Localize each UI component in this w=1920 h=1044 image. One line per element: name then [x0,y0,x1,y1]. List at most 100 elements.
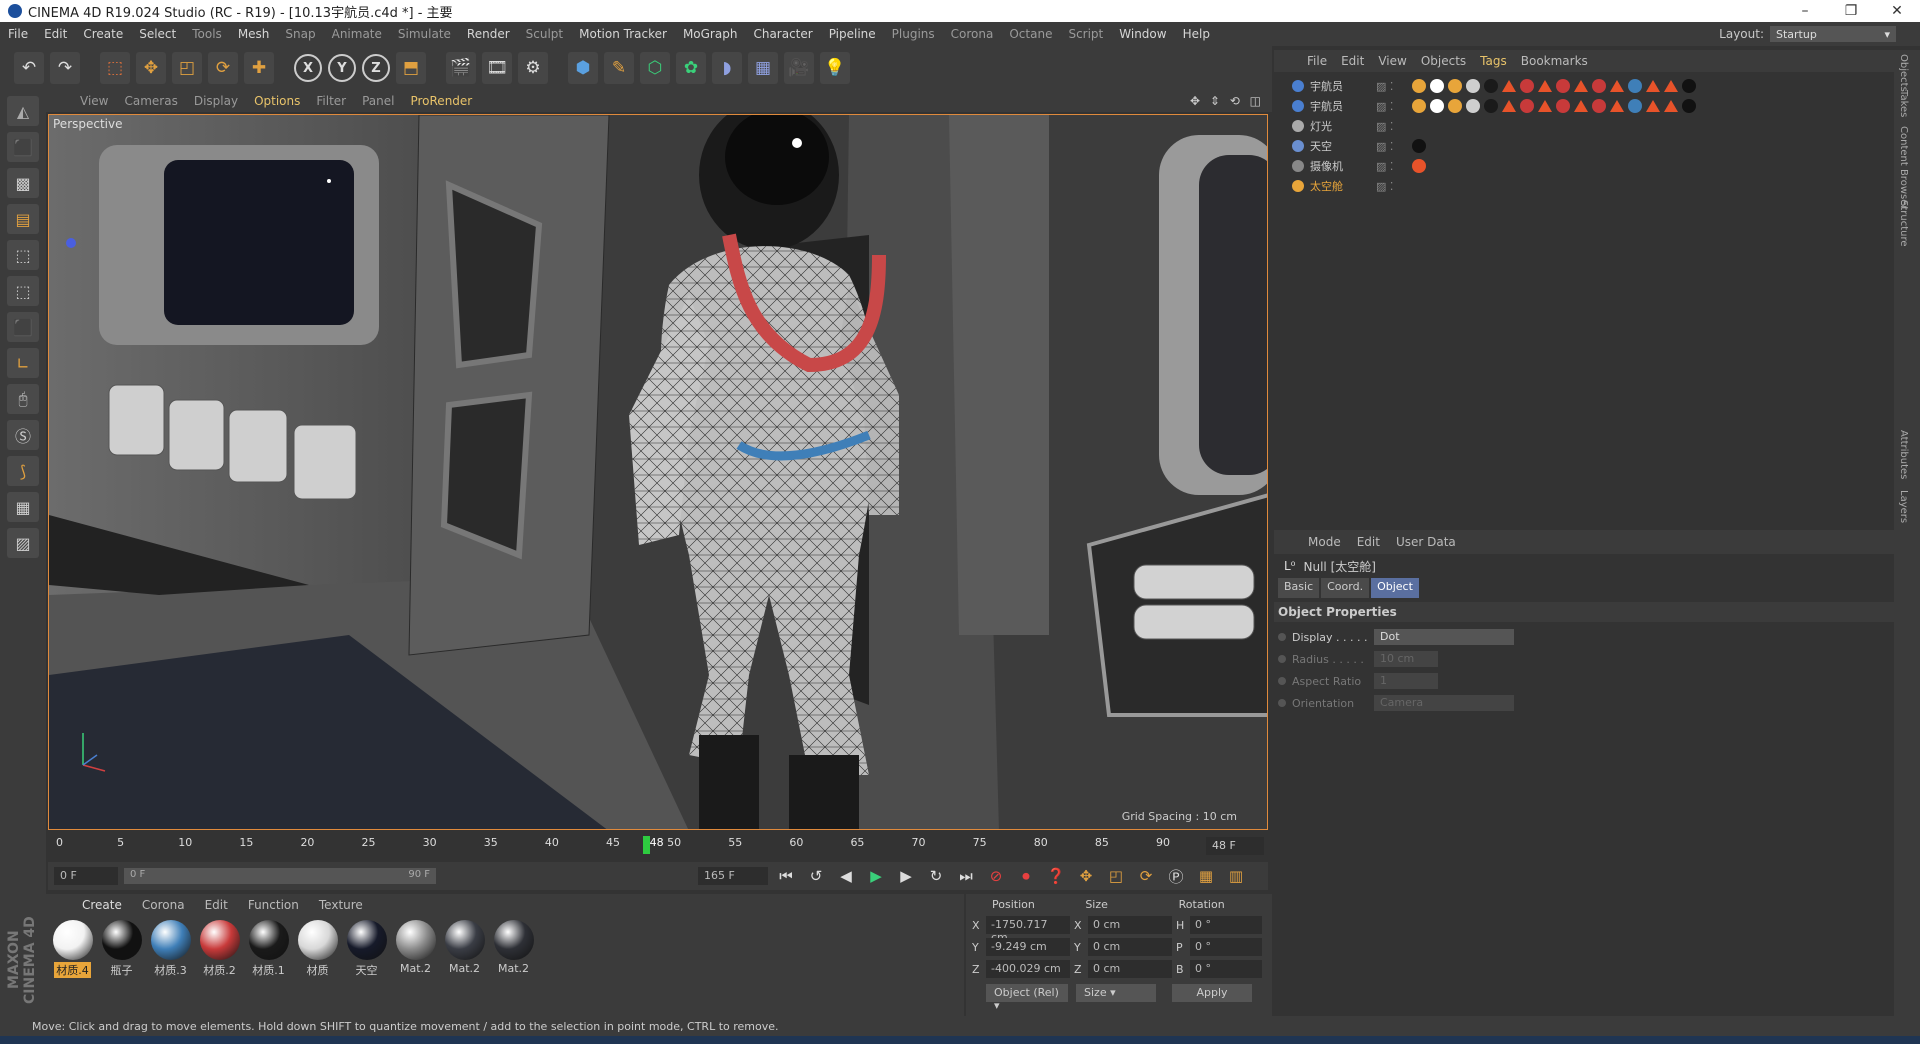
menu-script[interactable]: Script [1060,27,1111,41]
menu-character[interactable]: Character [745,27,820,41]
tag-icon[interactable] [1466,99,1480,113]
material-menu-function[interactable]: Function [238,898,309,912]
material-tag-icon[interactable] [1610,100,1624,112]
minimize-button[interactable]: – [1782,3,1828,19]
animation-dot-icon[interactable] [1278,655,1286,663]
material-tag-icon[interactable] [1646,80,1660,92]
menu-simulate[interactable]: Simulate [390,27,459,41]
menu-octane[interactable]: Octane [1001,27,1060,41]
material-swatch[interactable]: 瓶子 [99,920,144,978]
tweak-mode-button[interactable]: 🖰 [7,384,39,414]
menu-pipeline[interactable]: Pipeline [821,27,884,41]
go-to-end-button[interactable]: ⏭ [954,865,978,887]
animation-dot-icon[interactable] [1278,633,1286,641]
menu-sculpt[interactable]: Sculpt [518,27,571,41]
snapping-button[interactable]: Ⓢ [7,420,39,450]
menu-render[interactable]: Render [459,27,518,41]
material-swatch[interactable]: 材质.3 [148,920,193,978]
render-picture-viewer-button[interactable]: 🎞 [482,52,512,84]
viewport-menu-options[interactable]: Options [246,94,308,108]
rotation-h-field[interactable]: 0 ° [1190,916,1262,934]
axis-mode-button[interactable]: ∟ [7,348,39,378]
play-button[interactable]: ▶ [864,865,888,887]
next-key-button[interactable]: ↻ [924,865,948,887]
menu-animate[interactable]: Animate [324,27,390,41]
visibility-flags[interactable]: ▨ ⁚ [1376,120,1412,133]
previous-frame-button[interactable]: ◀ [834,865,858,887]
visibility-flags[interactable]: ▨ ⁚ [1376,180,1412,193]
tag-icon[interactable] [1466,79,1480,93]
material-menu-texture[interactable]: Texture [309,898,373,912]
subdivision-surface-button[interactable]: ⬡ [640,52,670,84]
tag-icon[interactable] [1556,79,1570,93]
material-tag-icon[interactable] [1574,80,1588,92]
attribute-menu-edit[interactable]: Edit [1349,535,1388,549]
tag-icon[interactable] [1412,159,1426,173]
timeline-ruler[interactable]: 0 5 10 15 20 25 30 35 40 45 50 55 60 65 70 75 80 85 90 48 4… [48,834,1268,860]
menu-mograph[interactable]: MoGraph [675,27,746,41]
side-tab-layers[interactable]: Layers [1898,490,1909,523]
material-tag-icon[interactable] [1502,80,1516,92]
tag-icon[interactable] [1592,99,1606,113]
rotate-tool-button[interactable]: ⟳ [208,52,238,84]
object-name[interactable]: 宇航员 [1310,98,1376,114]
material-tag-icon[interactable] [1502,100,1516,112]
menu-motion-tracker[interactable]: Motion Tracker [571,27,675,41]
preview-range-slider[interactable]: 0 F 90 F [124,868,436,884]
animation-dot-icon[interactable] [1278,699,1286,707]
tag-icon[interactable] [1556,99,1570,113]
make-editable-button[interactable]: ◭ [7,96,39,126]
tab-object[interactable]: Object [1371,578,1419,598]
object-row[interactable]: 灯光 ▨ ⁚ [1274,116,1894,136]
attribute-menu-user-data[interactable]: User Data [1388,535,1464,549]
key-parameter-button[interactable]: Ⓟ [1164,865,1188,887]
material-tag-icon[interactable] [1610,80,1624,92]
object-menu-tags[interactable]: Tags [1473,54,1514,68]
undo-button[interactable]: ↶ [14,52,44,84]
object-menu-view[interactable]: View [1371,54,1413,68]
material-tag-icon[interactable] [1646,100,1660,112]
material-swatch[interactable]: 材质 [295,920,340,978]
key-rotation-button[interactable]: ⟳ [1134,865,1158,887]
material-tag-icon[interactable] [1664,100,1678,112]
key-scale-button[interactable]: ◰ [1104,865,1128,887]
tag-icon[interactable] [1430,79,1444,93]
model-mode-button[interactable]: ⬛ [7,132,39,162]
material-tag-icon[interactable] [1574,100,1588,112]
material-menu-corona[interactable]: Corona [132,898,195,912]
workplane-lock-button[interactable]: ▦ [7,492,39,522]
object-row[interactable]: 摄像机 ▨ ⁚ [1274,156,1894,176]
autokey-button[interactable]: ⏺ [1014,865,1038,887]
y-axis-lock-button[interactable]: Y [328,54,356,82]
material-swatch[interactable]: 材质.4 [50,920,95,978]
viewport-menu-panel[interactable]: Panel [354,94,402,108]
sculpt-button[interactable]: ⟆ [7,456,39,486]
menu-help[interactable]: Help [1175,27,1218,41]
position-y-field[interactable]: -9.249 cm [986,938,1070,956]
object-menu-file[interactable]: File [1300,54,1334,68]
tag-icon[interactable] [1628,99,1642,113]
timeline-playhead[interactable] [642,836,650,854]
live-selection-button[interactable]: ⬚ [100,52,130,84]
viewport-menu-display[interactable]: Display [186,94,246,108]
render-settings-button[interactable]: ⚙ [518,52,548,84]
material-swatch[interactable]: 天空 [344,920,389,978]
polygons-mode-button[interactable]: ⬛ [7,312,39,342]
side-tab-objects[interactable]: Objects [1898,54,1909,92]
object-menu-bookmarks[interactable]: Bookmarks [1514,54,1595,68]
viewport-menu-view[interactable]: View [72,94,116,108]
menu-select[interactable]: Select [131,27,184,41]
key-position-button[interactable]: ✥ [1074,865,1098,887]
material-tag-icon[interactable] [1538,100,1552,112]
x-axis-lock-button[interactable]: X [294,54,322,82]
cube-primitive-button[interactable]: ⬢ [568,52,598,84]
previous-key-button[interactable]: ↺ [804,865,828,887]
menu-snap[interactable]: Snap [277,27,323,41]
viewport-menu-filter[interactable]: Filter [308,94,354,108]
tag-icon[interactable] [1448,79,1462,93]
menu-plugins[interactable]: Plugins [884,27,943,41]
side-tab-structure[interactable]: Structure [1898,200,1909,247]
tag-icon[interactable] [1412,99,1426,113]
texture-mode-button[interactable]: ▩ [7,168,39,198]
tag-icon[interactable] [1592,79,1606,93]
